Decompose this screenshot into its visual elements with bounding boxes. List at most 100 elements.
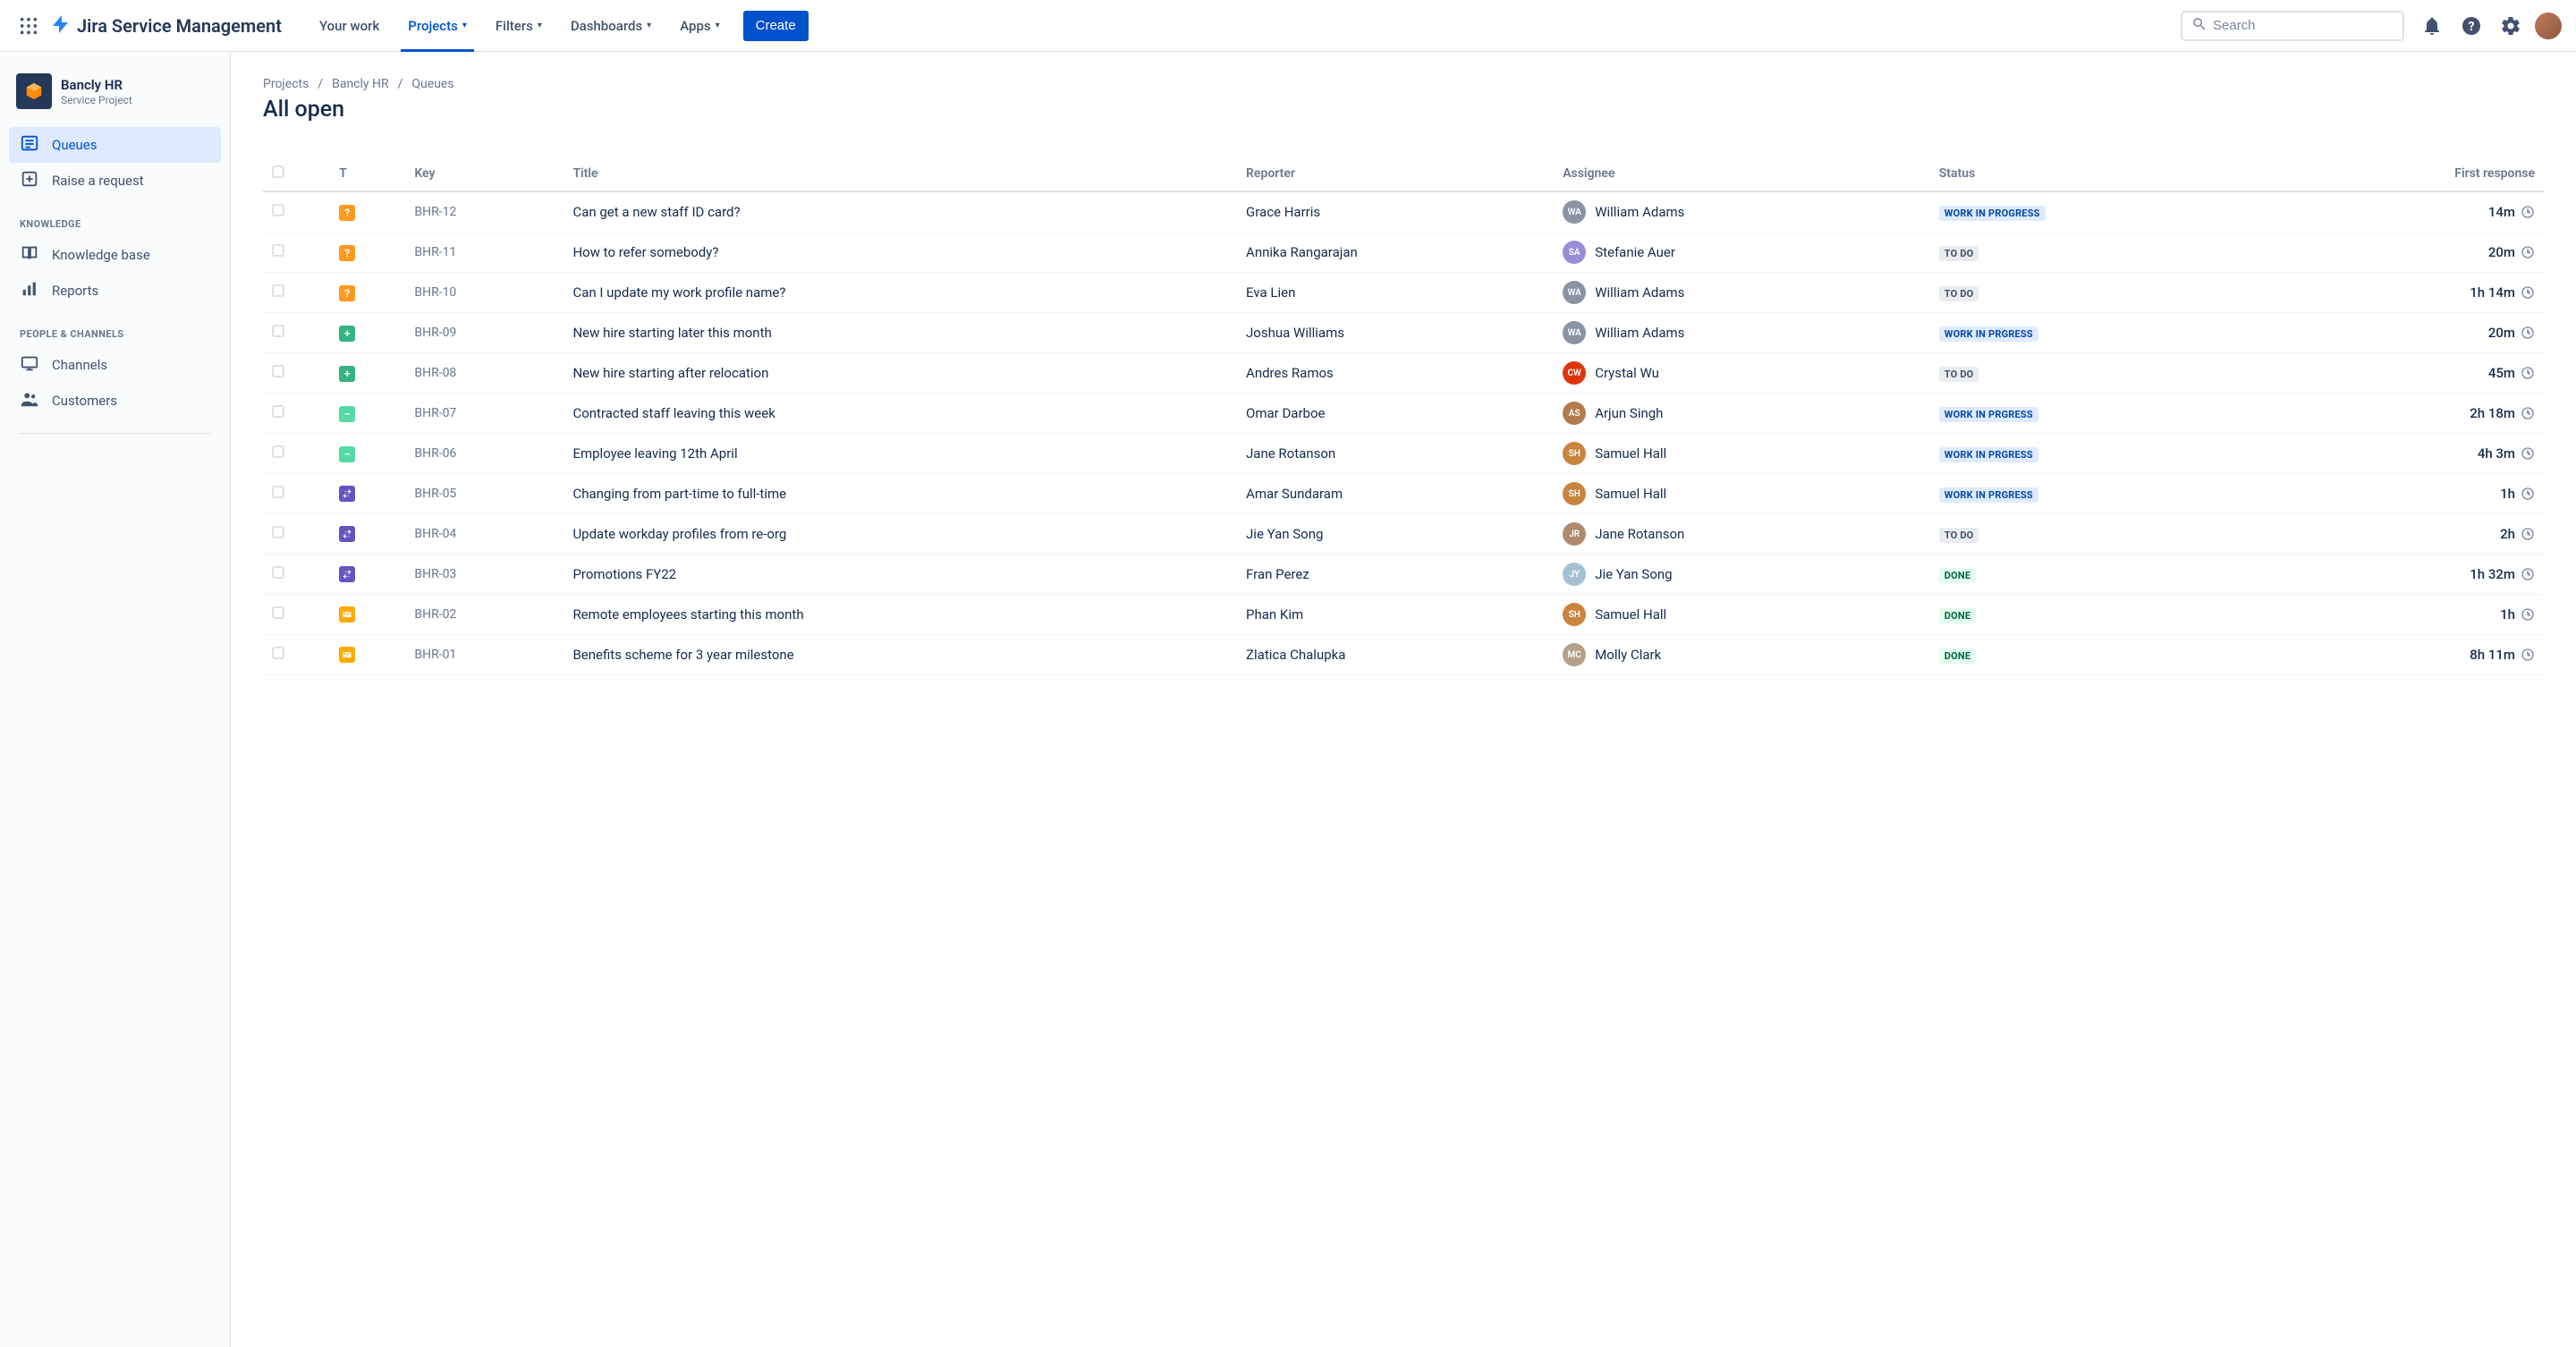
issue-key[interactable]: BHR-04 <box>405 514 564 555</box>
issue-title-link[interactable]: Contracted staff leaving this week <box>572 405 775 421</box>
section-people-label: PEOPLE & CHANNELS <box>9 309 221 347</box>
reporter-name: Jie Yan Song <box>1237 514 1554 555</box>
issue-title-link[interactable]: Promotions FY22 <box>572 566 676 582</box>
nav-item-apps[interactable]: Apps▾ <box>667 0 732 52</box>
status-badge: WORK IN PRGRESS <box>1939 326 2038 342</box>
row-checkbox[interactable] <box>272 244 284 257</box>
issue-title-link[interactable]: How to refer somebody? <box>572 244 718 260</box>
issue-title-link[interactable]: Can get a new staff ID card? <box>572 204 740 220</box>
issue-title-link[interactable]: Update workday profiles from re-org <box>572 526 786 542</box>
table-row[interactable]: BHR-05 Changing from part-time to full-ti… <box>263 474 2544 514</box>
issue-key[interactable]: BHR-06 <box>405 434 564 474</box>
table-row[interactable]: +BHR-09New hire starting later this mont… <box>263 313 2544 353</box>
assignee-avatar: SA <box>1563 241 1586 264</box>
issue-key[interactable]: BHR-12 <box>405 191 564 233</box>
breadcrumb-link[interactable]: Queues <box>411 77 453 91</box>
app-switcher-icon[interactable] <box>14 12 43 40</box>
issue-key[interactable]: BHR-02 <box>405 595 564 635</box>
clock-icon <box>2521 285 2535 300</box>
issue-key[interactable]: BHR-03 <box>405 555 564 595</box>
breadcrumb-link[interactable]: Projects <box>263 77 309 91</box>
status-badge: TO DO <box>1939 367 1979 382</box>
table-row[interactable]: BHR-03Promotions FY22Fran PerezJYJie Yan… <box>263 555 2544 595</box>
help-icon[interactable]: ? <box>2456 11 2487 41</box>
issue-key[interactable]: BHR-05 <box>405 474 564 514</box>
row-checkbox[interactable] <box>272 325 284 337</box>
table-row[interactable]: +BHR-08New hire starting after relocatio… <box>263 353 2544 394</box>
search-input[interactable] <box>2213 18 2394 33</box>
row-checkbox[interactable] <box>272 566 284 579</box>
row-checkbox[interactable] <box>272 486 284 498</box>
reporter-name: Annika Rangarajan <box>1237 233 1554 273</box>
nav-item-label: Filters <box>496 18 533 34</box>
col-header-assignee[interactable]: Assignee <box>1554 158 1930 191</box>
col-header-type[interactable]: T <box>330 158 405 191</box>
issue-key[interactable]: BHR-11 <box>405 233 564 273</box>
sidebar-item-knowledge-base[interactable]: Knowledge base <box>9 237 221 273</box>
first-response-value: 1h 14m <box>2470 284 2515 301</box>
first-response-value: 20m <box>2488 244 2515 260</box>
issue-title-link[interactable]: Changing from part-time to full-time <box>572 486 786 502</box>
table-row[interactable]: ?BHR-12Can get a new staff ID card?Grace… <box>263 191 2544 233</box>
row-checkbox[interactable] <box>272 526 284 538</box>
settings-icon[interactable] <box>2496 11 2526 41</box>
issue-key[interactable]: BHR-07 <box>405 394 564 434</box>
table-row[interactable]: BHR-01 Benefits scheme for 3 year milesto… <box>263 635 2544 675</box>
row-checkbox[interactable] <box>272 365 284 377</box>
issue-title-link[interactable]: Benefits scheme for 3 year milestone <box>572 647 793 663</box>
nav-item-dashboards[interactable]: Dashboards▾ <box>558 0 664 52</box>
table-row[interactable]: −BHR-06Employee leaving 12th AprilJane R… <box>263 434 2544 474</box>
col-header-title[interactable]: Title <box>564 158 1237 191</box>
issue-type-mail-icon <box>339 647 355 663</box>
table-row[interactable]: BHR-04 Update workday profiles from re-or… <box>263 514 2544 555</box>
row-checkbox[interactable] <box>272 284 284 297</box>
row-checkbox[interactable] <box>272 606 284 619</box>
breadcrumb-link[interactable]: Bancly HR <box>332 77 389 91</box>
issue-title-link[interactable]: New hire starting after relocation <box>572 365 768 381</box>
table-row[interactable]: ?BHR-11How to refer somebody?Annika Rang… <box>263 233 2544 273</box>
nav-item-projects[interactable]: Projects▾ <box>395 0 479 52</box>
select-all-checkbox[interactable] <box>272 165 284 178</box>
search-input-wrapper[interactable] <box>2181 11 2404 41</box>
row-checkbox[interactable] <box>272 405 284 418</box>
col-header-key[interactable]: Key <box>405 158 564 191</box>
reporter-name: Zlatica Chalupka <box>1237 635 1554 675</box>
assignee-name: William Adams <box>1595 204 1684 220</box>
product-logo[interactable]: Jira Service Management <box>50 13 282 38</box>
issue-title-link[interactable]: Remote employees starting this month <box>572 606 803 623</box>
sidebar-item-reports[interactable]: Reports <box>9 273 221 309</box>
create-button[interactable]: Create <box>743 11 809 41</box>
row-checkbox[interactable] <box>272 647 284 659</box>
sidebar-item-label: Reports <box>52 283 98 299</box>
notifications-icon[interactable] <box>2417 11 2447 41</box>
row-checkbox[interactable] <box>272 445 284 458</box>
profile-avatar[interactable] <box>2535 13 2562 39</box>
top-nav: Jira Service Management Your workProject… <box>0 0 2576 52</box>
issue-key[interactable]: BHR-10 <box>405 273 564 313</box>
assignee-name: Samuel Hall <box>1595 445 1666 462</box>
status-badge: TO DO <box>1939 528 1979 543</box>
sidebar-item-customers[interactable]: Customers <box>9 383 221 419</box>
sidebar-item-queues[interactable]: Queues <box>9 127 221 163</box>
issue-title-link[interactable]: Employee leaving 12th April <box>572 445 737 462</box>
col-header-reporter[interactable]: Reporter <box>1237 158 1554 191</box>
issue-key[interactable]: BHR-09 <box>405 313 564 353</box>
table-row[interactable]: −BHR-07Contracted staff leaving this wee… <box>263 394 2544 434</box>
col-header-first-response[interactable]: First response <box>2306 158 2544 191</box>
issue-title-link[interactable]: New hire starting later this month <box>572 325 771 341</box>
sidebar: Bancly HR Service Project QueuesRaise a … <box>0 52 231 1347</box>
clock-icon <box>2521 406 2535 420</box>
sidebar-item-raise-a-request[interactable]: Raise a request <box>9 163 221 199</box>
project-header[interactable]: Bancly HR Service Project <box>9 73 221 127</box>
nav-item-your-work[interactable]: Your work <box>307 0 392 52</box>
row-checkbox[interactable] <box>272 204 284 216</box>
table-row[interactable]: ?BHR-10Can I update my work profile name… <box>263 273 2544 313</box>
reporter-name: Fran Perez <box>1237 555 1554 595</box>
sidebar-item-channels[interactable]: Channels <box>9 347 221 383</box>
issue-key[interactable]: BHR-01 <box>405 635 564 675</box>
issue-title-link[interactable]: Can I update my work profile name? <box>572 284 785 301</box>
table-row[interactable]: BHR-02 Remote employees starting this mon… <box>263 595 2544 635</box>
col-header-status[interactable]: Status <box>1930 158 2307 191</box>
issue-key[interactable]: BHR-08 <box>405 353 564 394</box>
nav-item-filters[interactable]: Filters▾ <box>483 0 555 52</box>
